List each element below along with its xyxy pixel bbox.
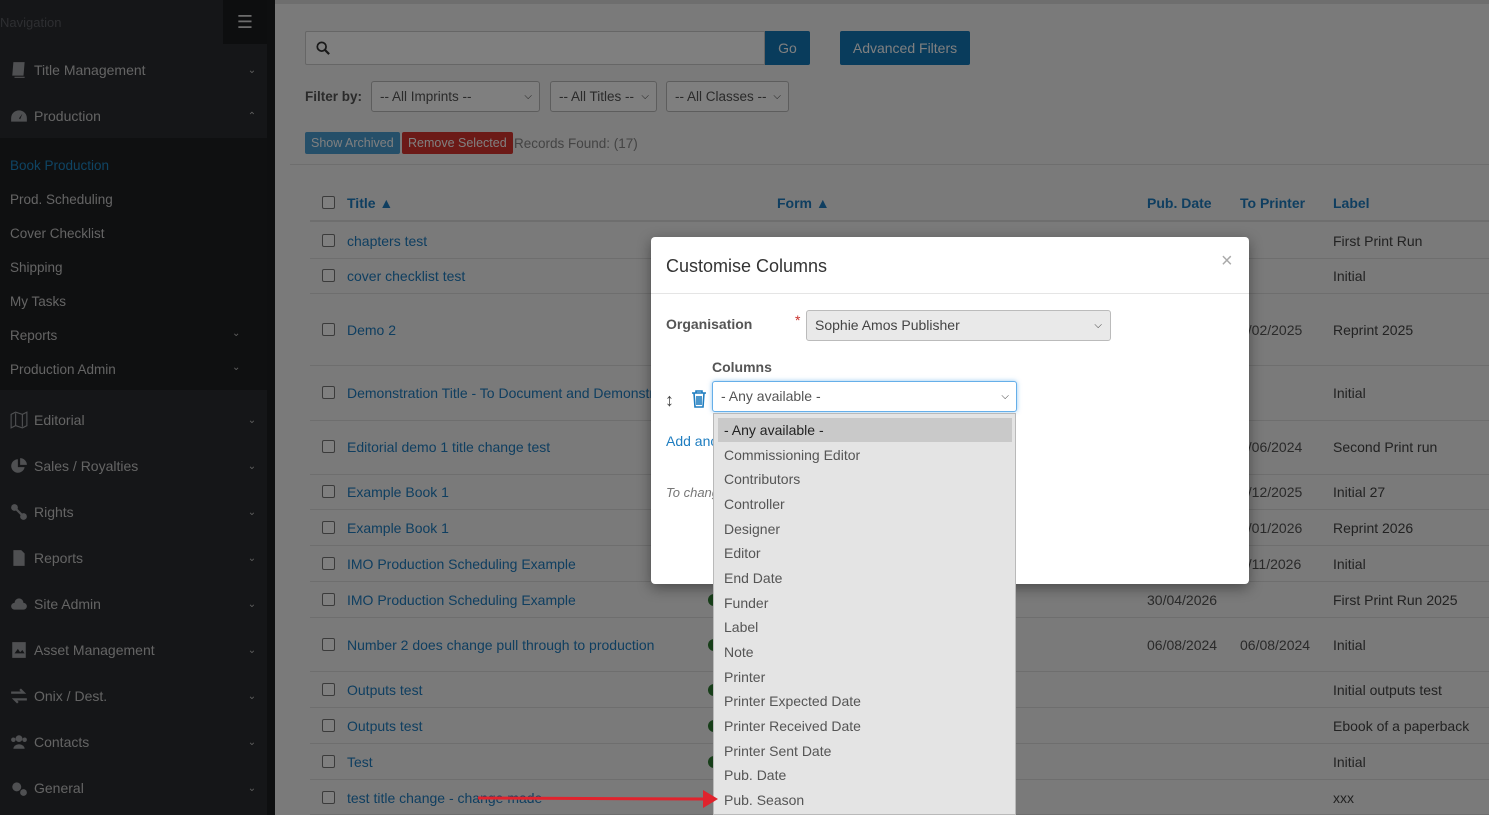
trash-icon[interactable] xyxy=(690,389,708,409)
select-value: Sophie Amos Publisher xyxy=(815,317,960,333)
option-any-available[interactable]: - Any available - xyxy=(718,418,1012,442)
option-editor[interactable]: Editor xyxy=(714,541,1015,565)
option-end-date[interactable]: End Date xyxy=(714,566,1015,590)
option-pub-season[interactable]: Pub. Season xyxy=(714,788,1015,812)
drag-handle-icon[interactable]: ↕ xyxy=(665,390,674,411)
column-options-list: - Any available - Commissioning Editor C… xyxy=(713,413,1016,815)
close-icon[interactable]: × xyxy=(1221,250,1233,273)
option-pub-date[interactable]: Pub. Date xyxy=(714,763,1015,787)
option-label[interactable]: Label xyxy=(714,615,1015,639)
chevron-down-icon: ⌵ xyxy=(1094,320,1102,331)
chevron-down-icon: ⌵ xyxy=(1001,391,1009,402)
organisation-label: Organisation xyxy=(666,316,753,332)
option-note[interactable]: Note xyxy=(714,640,1015,664)
option-printer-sent-date[interactable]: Printer Sent Date xyxy=(714,739,1015,763)
hint-text: To chang xyxy=(666,485,720,500)
modal-title: Customise Columns xyxy=(666,256,828,276)
modal-header: Customise Columns × xyxy=(651,237,1249,294)
add-another-link[interactable]: Add ano xyxy=(666,433,718,449)
option-printer-received-date[interactable]: Printer Received Date xyxy=(714,714,1015,738)
option-designer[interactable]: Designer xyxy=(714,517,1015,541)
columns-label: Columns xyxy=(712,359,772,375)
organisation-select[interactable]: Sophie Amos Publisher ⌵ xyxy=(806,310,1111,341)
column-select[interactable]: - Any available - ⌵ xyxy=(712,381,1017,412)
select-value: - Any available - xyxy=(721,388,821,404)
option-contributors[interactable]: Contributors xyxy=(714,467,1015,491)
option-commissioning-editor[interactable]: Commissioning Editor xyxy=(714,443,1015,467)
required-marker: * xyxy=(795,312,801,328)
option-controller[interactable]: Controller xyxy=(714,492,1015,516)
option-printer[interactable]: Printer xyxy=(714,665,1015,689)
option-funder[interactable]: Funder xyxy=(714,591,1015,615)
option-printer-expected-date[interactable]: Printer Expected Date xyxy=(714,689,1015,713)
